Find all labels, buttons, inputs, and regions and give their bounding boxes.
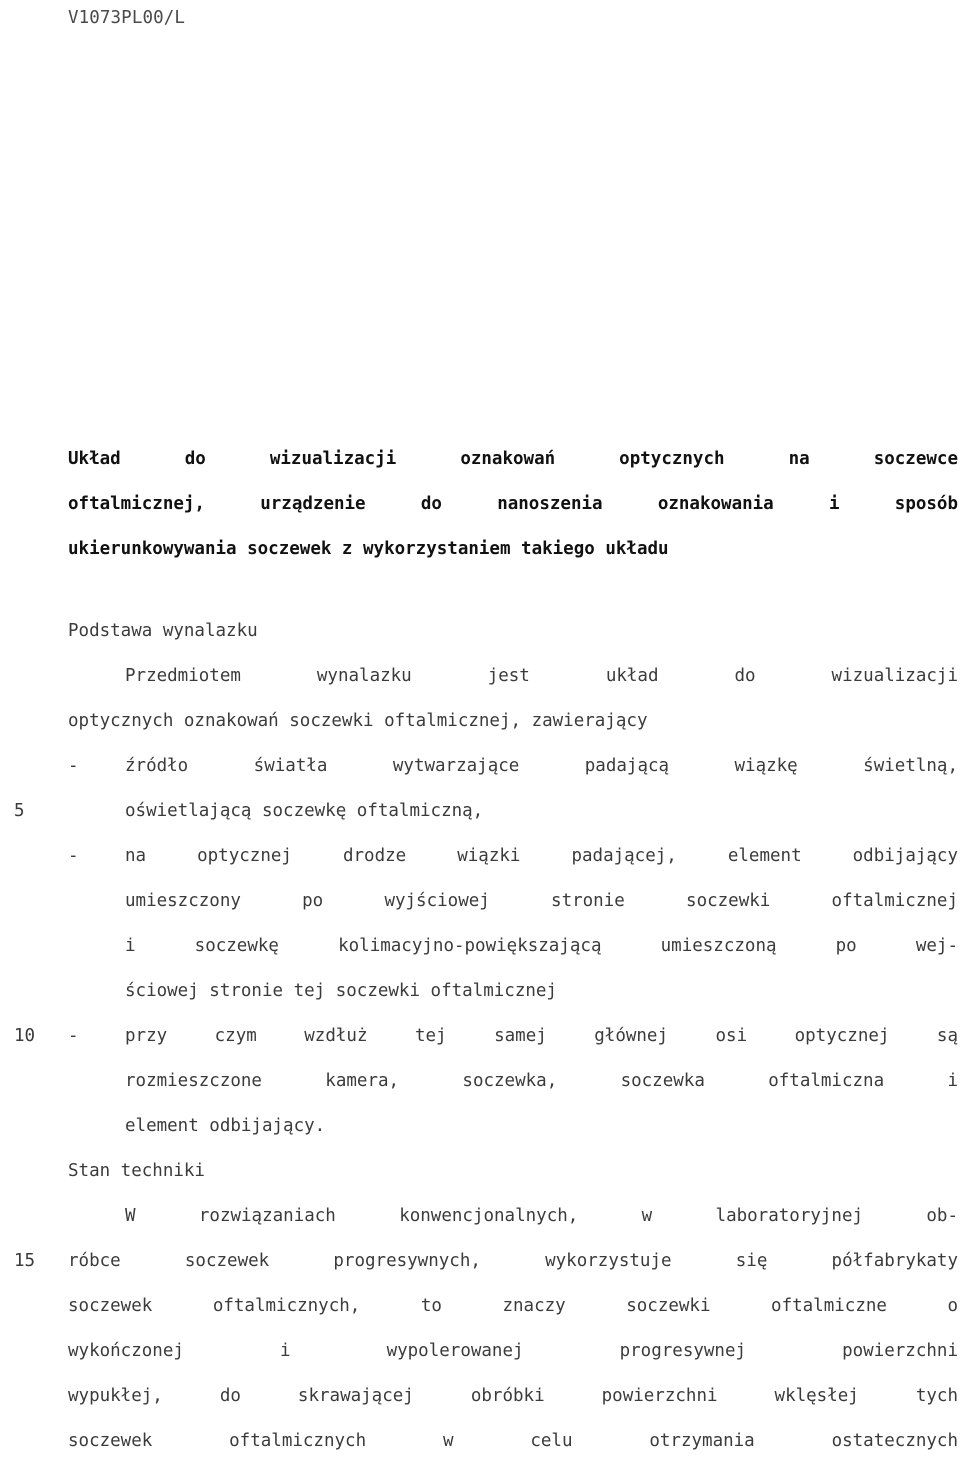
line-number: 10 [14,1026,36,1046]
text-line: optycznych oznakowań soczewki oftalmiczn… [0,699,960,744]
line-text: W rozwiązaniach konwencjonalnych, w labo… [125,1206,958,1226]
bullet-dash: - [68,1026,79,1046]
text-line: wypukłej, do skrawającej obróbki powierz… [0,1374,960,1419]
line-text: oświetlającą soczewkę oftalmiczną, [125,801,484,821]
line-text: wypukłej, do skrawającej obróbki powierz… [68,1386,958,1406]
line-text: Przedmiotem wynalazku jest układ do wizu… [125,666,958,686]
text-line: 10 - przy czym wzdłuż tej samej głównej os… [0,1014,960,1059]
bullet-dash: - [68,756,79,776]
line-text: wykończonej i wypolerowanej progresywnej… [68,1341,958,1361]
line-text: optycznych oznakowań soczewki oftalmiczn… [68,711,648,731]
line-number: 15 [14,1251,36,1271]
document-page: V1073PL00/L Układ do wizualizacji oznako… [0,0,960,1462]
document-body: Podstawa wynalazku Przedmiotem wynalazku … [0,609,960,1464]
line-number: 5 [14,801,25,821]
line-text: przy czym wzdłuż tej samej głównej osi o… [125,1026,958,1046]
text-line: Stan techniki [0,1149,960,1194]
line-text: soczewek oftalmicznych w celu otrzymania… [68,1431,958,1451]
text-line: umieszczony po wyjściowej stronie soczew… [0,879,960,924]
invention-title: Układ do wizualizacji oznakowań optyczny… [68,437,958,572]
title-line: Układ do wizualizacji oznakowań optyczny… [68,449,958,469]
line-text: i soczewkę kolimacyjno-powiększającą umi… [125,936,958,956]
document-code-header: V1073PL00/L [68,8,185,28]
line-text: ściowej stronie tej soczewki oftalmiczne… [125,981,557,1001]
line-text: Stan techniki [68,1161,205,1181]
text-line: 5 oświetlającą soczewkę oftalmiczną, [0,789,960,834]
title-line: ukierunkowywania soczewek z wykorzystani… [68,539,669,559]
text-line: - na optycznej drodze wiązki padającej, e… [0,834,960,879]
text-line: ściowej stronie tej soczewki oftalmiczne… [0,969,960,1014]
text-line: wykończonej i wypolerowanej progresywnej… [0,1329,960,1374]
text-line: 15 róbce soczewek progresywnych, wykorzys… [0,1239,960,1284]
line-text: na optycznej drodze wiązki padającej, el… [125,846,958,866]
line-text: rozmieszczone kamera, soczewka, soczewka… [125,1071,958,1091]
text-line: - źródło światła wytwarzające padającą wi… [0,744,960,789]
text-line: rozmieszczone kamera, soczewka, soczewka… [0,1059,960,1104]
text-line: soczewek oftalmicznych w celu otrzymania… [0,1419,960,1464]
line-text: element odbijający. [125,1116,326,1136]
text-line: W rozwiązaniach konwencjonalnych, w labo… [0,1194,960,1239]
bullet-dash: - [68,846,79,866]
line-text: źródło światła wytwarzające padającą wią… [125,756,958,776]
text-line: Przedmiotem wynalazku jest układ do wizu… [0,654,960,699]
line-text: soczewek oftalmicznych, to znaczy soczew… [68,1296,958,1316]
title-line: oftalmicznej, urządzenie do nanoszenia o… [68,494,958,514]
line-text: umieszczony po wyjściowej stronie soczew… [125,891,958,911]
text-line: i soczewkę kolimacyjno-powiększającą umi… [0,924,960,969]
text-line: Podstawa wynalazku [0,609,960,654]
line-text: róbce soczewek progresywnych, wykorzystu… [68,1251,958,1271]
line-text: Podstawa wynalazku [68,621,258,641]
text-line: element odbijający. [0,1104,960,1149]
text-line: soczewek oftalmicznych, to znaczy soczew… [0,1284,960,1329]
